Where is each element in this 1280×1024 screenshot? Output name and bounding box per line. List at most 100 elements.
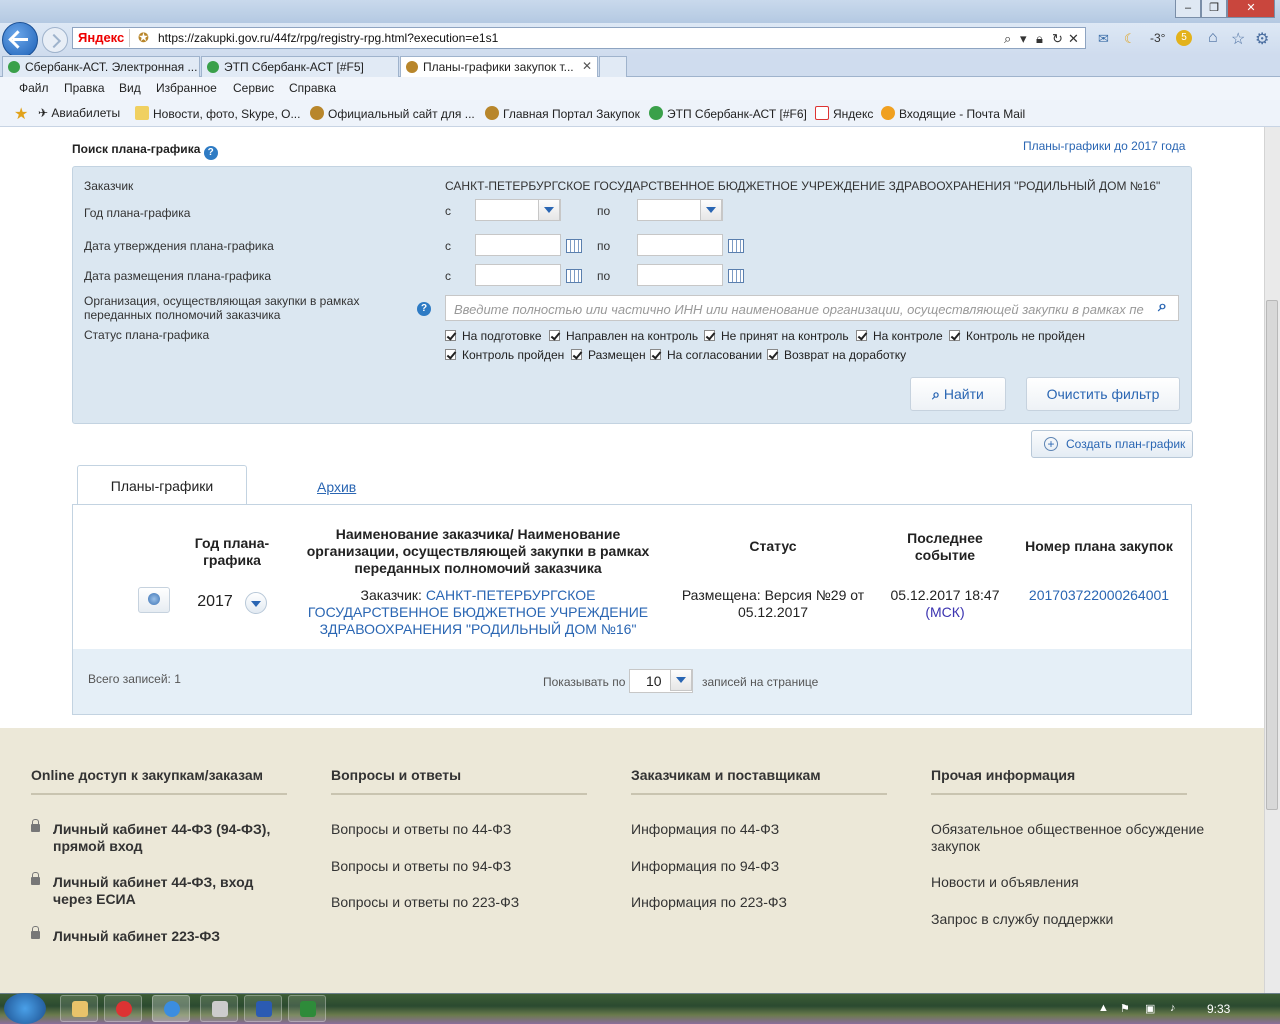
refresh-icon[interactable]: ↻ — [1052, 31, 1063, 47]
footer-link[interactable]: Личный кабинет 44-ФЗ (94-ФЗ), прямой вхо… — [31, 819, 311, 855]
footer-link[interactable]: Вопросы и ответы по 94-ФЗ — [331, 858, 511, 875]
fav-item-news[interactable]: Новости, фото, Skype, О... — [135, 106, 300, 121]
menu-edit[interactable]: Правка — [64, 81, 105, 95]
fav-item-mail[interactable]: Входящие - Почта Mail — [881, 106, 1025, 121]
year-from-select[interactable] — [475, 199, 561, 221]
chevron-down-icon[interactable] — [538, 199, 560, 221]
menu-help[interactable]: Справка — [289, 81, 336, 95]
forward-button[interactable] — [42, 27, 68, 53]
tab-archive[interactable]: Архив — [317, 479, 356, 495]
maximize-button[interactable]: ❐ — [1201, 0, 1227, 18]
calendar-icon[interactable] — [728, 269, 744, 283]
old-plans-link[interactable]: Планы-графики до 2017 года — [1023, 139, 1185, 153]
browser-tab-1[interactable]: Сбербанк-АСТ. Электронная ... — [2, 56, 200, 77]
page-size-select[interactable]: 10 — [629, 669, 693, 693]
header-status: Статус — [749, 538, 797, 554]
help-icon[interactable]: ? — [417, 302, 431, 316]
menu-file[interactable]: Файл — [19, 81, 49, 95]
minimize-button[interactable]: – — [1175, 0, 1201, 18]
stop-icon[interactable]: ✕ — [1068, 31, 1079, 47]
favorites-star-icon[interactable]: ★ — [14, 104, 28, 124]
expand-chevron-icon[interactable] — [245, 592, 267, 614]
plan-number-link[interactable]: 201703722000264001 — [1010, 587, 1188, 604]
status-checkbox[interactable]: Размещен — [571, 348, 646, 362]
taskbar-clock[interactable]: 9:33 — [1207, 1002, 1230, 1016]
fav-item-yandex[interactable]: Яндекс — [815, 106, 873, 121]
status-checkbox[interactable]: Контроль не пройден — [949, 329, 1085, 343]
org-search-input[interactable]: Введите полностью или частично ИНН или н… — [445, 295, 1179, 321]
approval-date-from-input[interactable] — [475, 234, 561, 256]
taskbar-excel[interactable] — [288, 995, 326, 1022]
menu-favorites[interactable]: Избранное — [156, 81, 217, 95]
footer-link[interactable]: Вопросы и ответы по 223-ФЗ — [331, 894, 519, 911]
year-to-select[interactable] — [637, 199, 723, 221]
status-checkbox[interactable]: На подготовке — [445, 329, 542, 343]
address-url[interactable]: https://zakupki.gov.ru/44fz/rpg/registry… — [158, 31, 498, 45]
fav-item-official[interactable]: Официальный сайт для ... — [310, 106, 475, 121]
footer-link[interactable]: Новости и объявления — [931, 874, 1079, 891]
footer-link[interactable]: Личный кабинет 223-ФЗ — [31, 926, 311, 945]
fav-item-avia[interactable]: ✈ Авиабилеты — [38, 106, 120, 120]
calendar-icon[interactable] — [566, 269, 582, 283]
yandex-logo[interactable]: Яндекс — [74, 29, 130, 47]
status-checkbox[interactable]: На согласовании — [650, 348, 762, 362]
find-button[interactable]: ⌕ Найти — [910, 377, 1006, 411]
taskbar-printer[interactable] — [200, 995, 238, 1022]
status-checkbox[interactable]: Контроль пройден — [445, 348, 564, 362]
back-button[interactable] — [2, 22, 38, 58]
footer-link[interactable]: Личный кабинет 44-ФЗ, вход через ЕСИА — [31, 872, 261, 908]
placement-date-to-input[interactable] — [637, 264, 723, 286]
menu-view[interactable]: Вид — [119, 81, 141, 95]
fav-item-portal[interactable]: Главная Портал Закупок — [485, 106, 640, 121]
status-checkbox[interactable]: Направлен на контроль — [549, 329, 698, 343]
notification-badge[interactable]: 5 — [1176, 30, 1192, 46]
footer-link[interactable]: Запрос в службу поддержки — [931, 911, 1113, 928]
calendar-icon[interactable] — [728, 239, 744, 253]
close-tab-icon[interactable]: ✕ — [582, 59, 592, 73]
fav-item-sberbank[interactable]: ЭТП Сбербанк-АСТ [#F6] — [649, 106, 807, 121]
footer-link[interactable]: Информация по 44-ФЗ — [631, 821, 779, 838]
calendar-icon[interactable] — [566, 239, 582, 253]
search-icon[interactable]: ⌕ — [1004, 31, 1011, 47]
create-plan-button[interactable]: + Создать план-график — [1031, 430, 1193, 458]
favorites-star-icon[interactable]: ☆ — [1231, 29, 1245, 49]
browser-tab-2[interactable]: ЭТП Сбербанк-АСТ [#F5] — [201, 56, 399, 77]
home-icon[interactable]: ⌂ — [1208, 29, 1218, 47]
tray-expand-icon[interactable]: ▲ — [1098, 1002, 1110, 1014]
taskbar-word[interactable] — [244, 995, 282, 1022]
close-window-button[interactable]: ✕ — [1227, 0, 1275, 18]
gear-icon[interactable]: ⚙ — [1255, 29, 1269, 49]
status-checkbox[interactable]: На контроле — [856, 329, 943, 343]
new-tab-button[interactable] — [599, 56, 627, 77]
dropdown-icon[interactable]: ▾ — [1020, 31, 1027, 47]
document-seal-icon[interactable] — [138, 587, 170, 613]
scrollbar-thumb[interactable] — [1266, 300, 1278, 810]
chevron-down-icon[interactable] — [700, 199, 722, 221]
footer-link[interactable]: Информация по 94-ФЗ — [631, 858, 779, 875]
footer-link[interactable]: Информация по 223-ФЗ — [631, 894, 787, 911]
flag-icon[interactable]: ⚑ — [1120, 1002, 1132, 1015]
network-icon[interactable]: ▣ — [1145, 1002, 1157, 1015]
taskbar-ie[interactable] — [152, 995, 190, 1022]
taskbar-explorer[interactable] — [60, 995, 98, 1022]
approval-date-to-input[interactable] — [637, 234, 723, 256]
last-event-timezone[interactable]: (МСК) — [880, 604, 1010, 621]
status-checkbox[interactable]: Не принят на контроль — [704, 329, 849, 343]
customer-link[interactable]: САНКТ-ПЕТЕРБУРГСКОЕ ГОСУДАРСТВЕННОЕ БЮДЖ… — [308, 587, 648, 637]
footer-link[interactable]: Обязательное общественное обсуждение зак… — [931, 821, 1221, 855]
clear-filter-button[interactable]: Очистить фильтр — [1026, 377, 1180, 411]
menu-tools[interactable]: Сервис — [233, 81, 274, 95]
chevron-down-icon[interactable] — [670, 669, 692, 691]
lock-icon[interactable]: 🔒︎ — [1036, 31, 1043, 47]
volume-icon[interactable]: ♪ — [1170, 1002, 1182, 1014]
browser-tab-3[interactable]: Планы-графики закупок т... ✕ — [400, 56, 598, 77]
tab-plans[interactable]: Планы-графики — [77, 465, 247, 505]
start-button[interactable] — [4, 993, 46, 1024]
help-icon[interactable]: ? — [203, 146, 218, 160]
mail-icon[interactable]: ✉ — [1098, 31, 1109, 47]
footer-link[interactable]: Вопросы и ответы по 44-ФЗ — [331, 821, 511, 838]
taskbar-browser-yandex[interactable] — [104, 995, 142, 1022]
placement-date-from-input[interactable] — [475, 264, 561, 286]
status-checkbox[interactable]: Возврат на доработку — [767, 348, 906, 362]
search-icon[interactable]: ⌕ — [1158, 298, 1167, 316]
